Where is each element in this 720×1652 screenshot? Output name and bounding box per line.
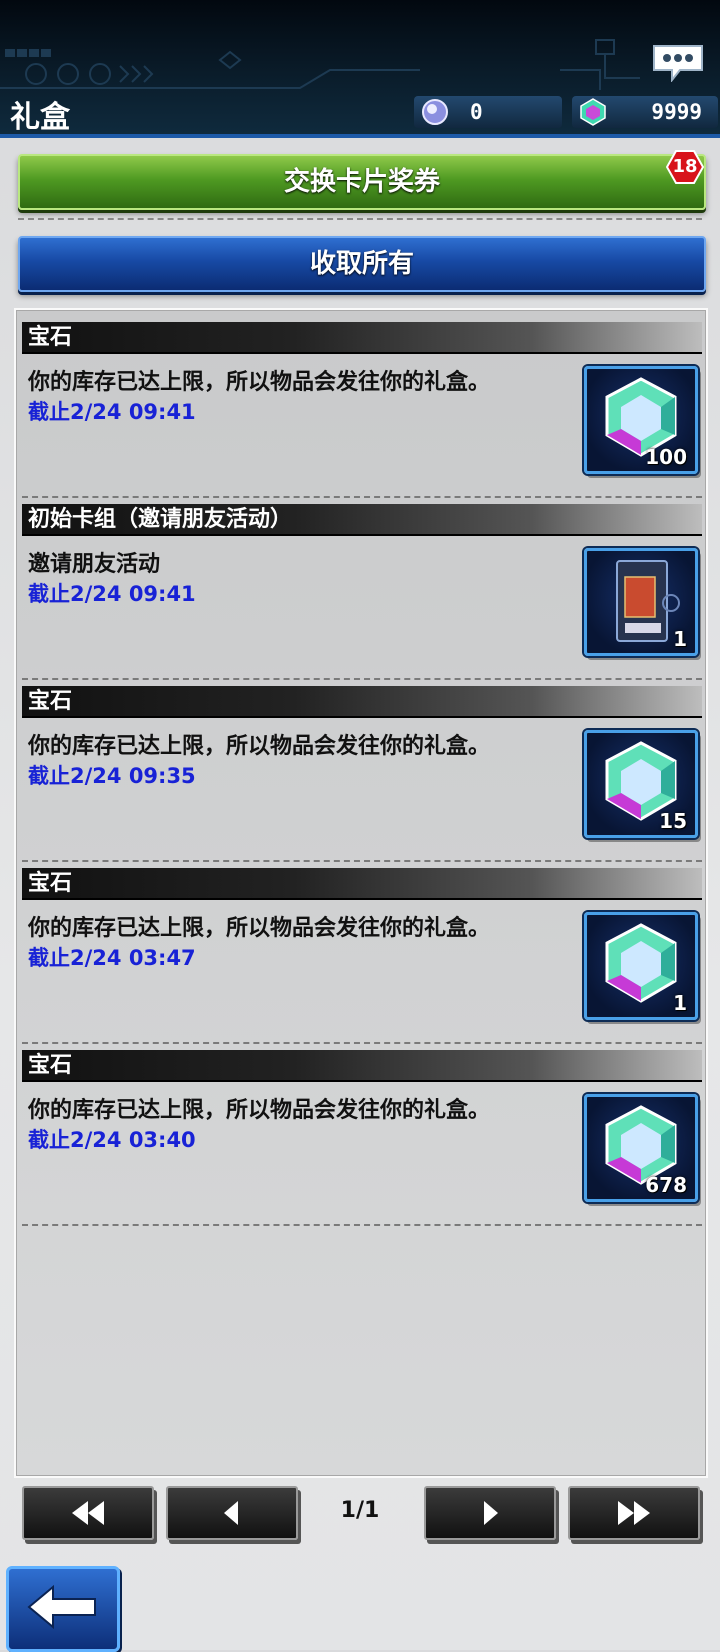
list-item[interactable]: 宝石 你的库存已达上限，所以物品会发往你的礼盒。 截止2/24 03:40 67…	[22, 1038, 702, 1228]
item-deadline: 截止2/24 03:47	[28, 946, 196, 970]
item-deadline: 截止2/24 03:40	[28, 1128, 196, 1152]
gem-icon	[580, 98, 606, 126]
item-description: 你的库存已达上限，所以物品会发往你的礼盒。	[28, 370, 491, 395]
list-item[interactable]: 宝石 你的库存已达上限，所以物品会发往你的礼盒。 截止2/24 03:47 1	[22, 856, 702, 1046]
item-thumbnail[interactable]: 1	[584, 912, 698, 1020]
item-separator	[22, 1224, 702, 1226]
item-deadline: 截止2/24 09:41	[28, 400, 196, 424]
chat-icon[interactable]	[650, 42, 706, 82]
gift-list[interactable]: 宝石 你的库存已达上限，所以物品会发往你的礼盒。 截止2/24 09:41 10…	[14, 308, 708, 1478]
right-arrow-icon	[484, 1501, 498, 1525]
item-category: 宝石	[22, 322, 702, 354]
item-category: 初始卡组（邀请朋友活动）	[22, 504, 702, 536]
double-right-arrow-icon	[618, 1501, 650, 1525]
item-count: 1	[673, 991, 687, 1015]
orb-count: 0	[470, 100, 483, 124]
item-deadline: 截止2/24 09:35	[28, 764, 196, 788]
page-indicator: 1/1	[340, 1498, 380, 1523]
list-item[interactable]: 宝石 你的库存已达上限，所以物品会发往你的礼盒。 截止2/24 09:35 15	[22, 674, 702, 864]
header-bar: 礼盒 0 9999	[0, 0, 720, 138]
item-count: 15	[659, 809, 687, 833]
orb-currency: 0	[414, 96, 562, 128]
badge-count: 18	[672, 156, 698, 177]
item-description: 邀请朋友活动	[28, 552, 161, 577]
gem-currency: 9999	[572, 96, 718, 128]
first-page-button[interactable]	[22, 1486, 154, 1540]
last-page-button[interactable]	[568, 1486, 700, 1540]
item-category: 宝石	[22, 868, 702, 900]
item-description: 你的库存已达上限，所以物品会发往你的礼盒。	[28, 916, 491, 941]
back-arrow-icon	[27, 1584, 96, 1630]
list-item[interactable]: 宝石 你的库存已达上限，所以物品会发往你的礼盒。 截止2/24 09:41 10…	[22, 310, 702, 500]
item-deadline: 截止2/24 09:41	[28, 582, 196, 606]
item-thumbnail[interactable]: 678	[584, 1094, 698, 1202]
prev-page-button[interactable]	[166, 1486, 298, 1540]
item-thumbnail[interactable]: 1	[584, 548, 698, 656]
exchange-card-ticket-button[interactable]: 交换卡片奖券	[18, 154, 706, 210]
list-item[interactable]: 初始卡组（邀请朋友活动） 邀请朋友活动 截止2/24 09:41 1	[22, 492, 702, 682]
double-left-arrow-icon	[72, 1501, 104, 1525]
back-button[interactable]	[6, 1566, 120, 1652]
left-arrow-icon	[224, 1501, 238, 1525]
item-category: 宝石	[22, 686, 702, 718]
orb-icon	[422, 99, 448, 125]
item-category: 宝石	[22, 1050, 702, 1082]
page-title: 礼盒	[10, 100, 70, 135]
item-thumbnail[interactable]: 100	[584, 366, 698, 474]
item-thumbnail[interactable]: 15	[584, 730, 698, 838]
item-description: 你的库存已达上限，所以物品会发往你的礼盒。	[28, 734, 491, 759]
next-page-button[interactable]	[424, 1486, 556, 1540]
item-count: 1	[673, 627, 687, 651]
gem-count: 9999	[651, 100, 702, 124]
notification-badge: 18	[666, 150, 704, 184]
item-count: 100	[645, 445, 687, 469]
item-description: 你的库存已达上限，所以物品会发往你的礼盒。	[28, 1098, 491, 1123]
collect-all-button[interactable]: 收取所有	[18, 236, 706, 292]
divider	[18, 218, 702, 220]
item-count: 678	[645, 1173, 687, 1197]
